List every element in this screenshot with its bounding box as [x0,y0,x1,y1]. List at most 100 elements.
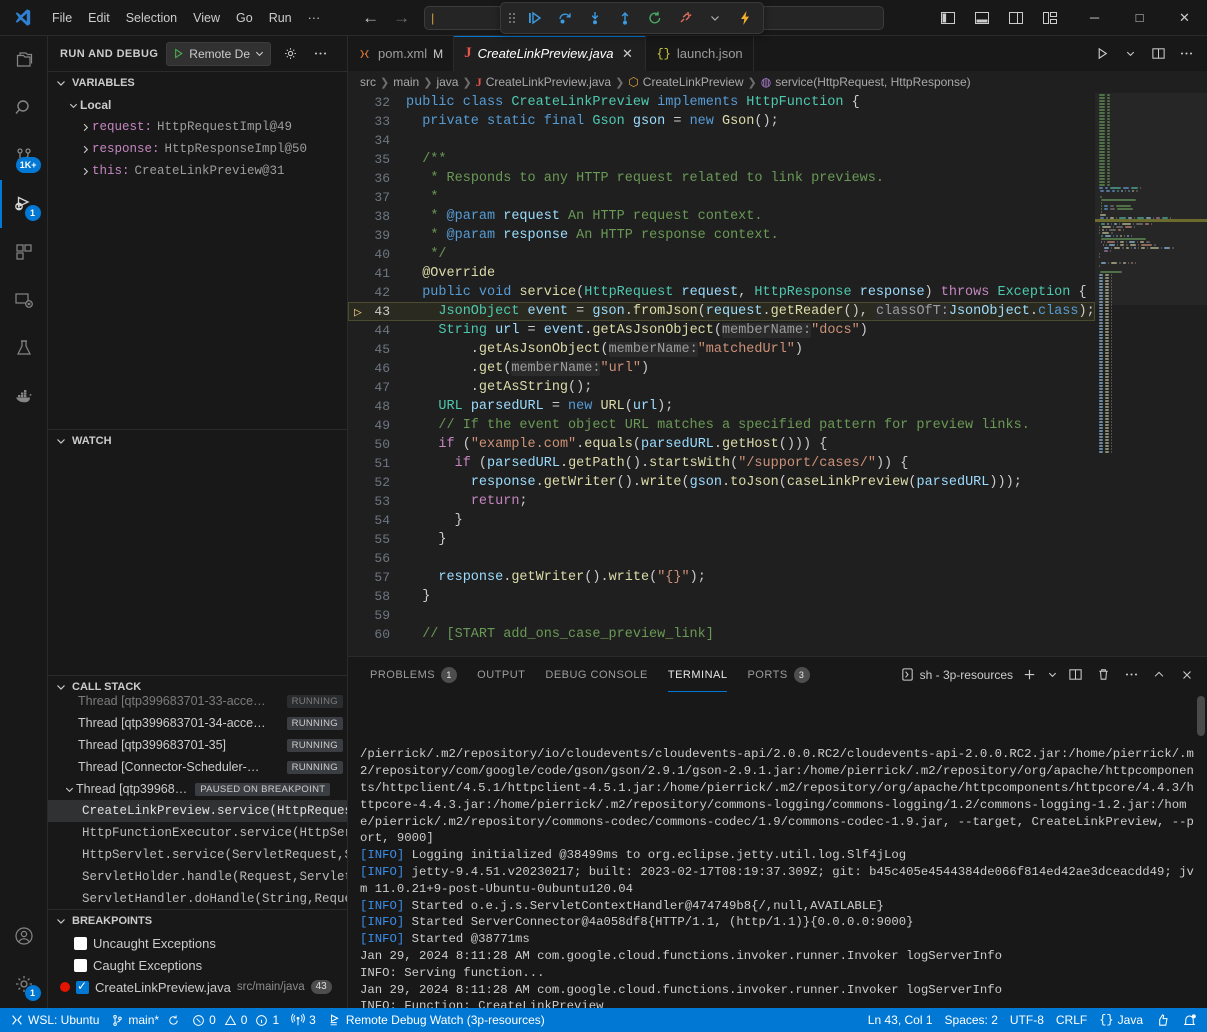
callstack-frame[interactable]: ServletHandler.doHandle(String,Reque [48,888,347,909]
activity-remote-explorer[interactable] [0,276,48,324]
go-forward-icon[interactable]: → [393,9,410,26]
toggle-panel-icon[interactable] [966,3,998,33]
checkbox[interactable] [74,937,87,950]
code-line[interactable]: 57 response.getWriter().write("{}"); [348,568,1095,587]
callstack-thread[interactable]: Thread [qtp399683701-34-acce… RUNNING [48,712,347,734]
continue-button[interactable] [521,5,549,31]
breadcrumb-item[interactable]: java [436,75,458,89]
editor-scrollbar[interactable] [1197,93,1207,656]
tab-pom-xml[interactable]: pom.xml M [348,36,454,71]
code-line[interactable]: 39 * @param response An HTTP response co… [348,226,1095,245]
terminal-output[interactable]: /pierrick/.m2/repository/io/cloudevents/… [348,692,1207,1008]
tab-close-icon[interactable]: ✕ [619,46,635,62]
toggle-secondary-sidebar-icon[interactable] [1000,3,1032,33]
callstack-frame[interactable]: CreateLinkPreview.service(HttpReques [48,800,347,822]
status-cursor-position[interactable]: Ln 43, Col 1 [862,1009,939,1031]
code-line[interactable]: 56 [348,549,1095,568]
code-editor[interactable]: 32public class CreateLinkPreview impleme… [348,93,1207,656]
customize-layout-icon[interactable] [1034,3,1066,33]
code-line[interactable]: 44 String url = event.getAsJsonObject(me… [348,321,1095,340]
callstack-frame[interactable]: ServletHolder.handle(Request,Servlet [48,866,347,888]
status-debug-session[interactable]: Remote Debug Watch (3p-resources) [322,1009,551,1031]
breakpoint-arrow-icon[interactable]: ▷ [354,305,362,320]
variable-row-request[interactable]: request: HttpRequestImpl@49 [48,116,347,138]
code-line[interactable]: 51 if (parsedURL.getPath().startsWith("/… [348,454,1095,473]
code-line[interactable]: 36 * Responds to any HTTP request relate… [348,169,1095,188]
status-remote[interactable]: WSL: Ubuntu [4,1009,105,1031]
variables-scope-local[interactable]: Local [48,94,347,116]
step-over-button[interactable] [551,5,579,31]
code-line[interactable]: 35 /** [348,150,1095,169]
breakpoint-caught-exceptions[interactable]: Caught Exceptions [48,954,347,976]
code-line[interactable]: 58 } [348,587,1095,606]
code-line[interactable]: 40 */ [348,245,1095,264]
panel-more-actions-icon[interactable] [1119,663,1143,687]
activity-extensions[interactable] [0,228,48,276]
menu-edit[interactable]: Edit [80,7,118,29]
breadcrumb-item[interactable]: src [360,75,376,89]
minimap-slider[interactable] [1095,93,1207,305]
lightning-button[interactable] [731,5,759,31]
variables-header[interactable]: VARIABLES [48,72,347,94]
status-notifications-button[interactable] [1176,1009,1203,1031]
editor-more-actions-icon[interactable] [1173,41,1199,67]
code-line[interactable]: 47 .getAsString(); [348,378,1095,397]
breakpoints-header[interactable]: BREAKPOINTS [48,910,347,932]
debug-config-select[interactable]: Remote De [166,42,271,66]
run-options-chevron-icon[interactable] [1117,41,1143,67]
tab-createlinkpreview-java[interactable]: J CreateLinkPreview.java ✕ [454,36,646,71]
sidebar-more-actions-icon[interactable] [309,43,331,65]
code-line[interactable]: 42 public void service(HttpRequest reque… [348,283,1095,302]
activity-settings[interactable]: 1 [0,960,48,1008]
code-line[interactable]: 48 URL parsedURL = new URL(url); [348,397,1095,416]
code-line[interactable]: 34 [348,131,1095,150]
status-problems[interactable]: 0 0 1 [186,1009,285,1031]
checkbox[interactable] [74,959,87,972]
breadcrumb-item[interactable]: CreateLinkPreview.java [486,75,611,89]
new-terminal-button[interactable] [1017,663,1041,687]
window-maximize-button[interactable]: □ [1117,0,1162,36]
code-line[interactable]: 59 [348,606,1095,625]
activity-accounts[interactable] [0,912,48,960]
code-line[interactable]: 54 } [348,511,1095,530]
menu-go[interactable]: Go [228,7,261,29]
activity-testing[interactable] [0,324,48,372]
code-line[interactable]: 60 // [START add_ons_case_preview_link] [348,625,1095,644]
checkbox[interactable] [76,981,89,994]
status-branch[interactable]: main* [105,1009,186,1031]
activity-search[interactable] [0,84,48,132]
callstack-thread[interactable]: Thread [qtp399683701-33-acce… RUNNING [48,690,347,712]
status-eol[interactable]: CRLF [1050,1009,1093,1031]
watch-header[interactable]: WATCH [48,430,347,452]
terminal-dropdown-icon[interactable] [1045,663,1059,687]
code-line-current[interactable]: 43▷ JsonObject event = gson.fromJson(req… [348,302,1095,321]
breadcrumb-item[interactable]: main [393,75,419,89]
code-line[interactable]: 41 @Override [348,264,1095,283]
step-out-button[interactable] [611,5,639,31]
status-ports[interactable]: 3 [285,1009,322,1031]
code-line[interactable]: 38 * @param request An HTTP request cont… [348,207,1095,226]
minimap[interactable] [1095,93,1207,656]
run-file-button[interactable] [1089,41,1115,67]
status-language-mode[interactable]: {} Java [1093,1009,1149,1031]
close-panel-button[interactable] [1175,663,1199,687]
callstack-frame[interactable]: HttpServlet.service(ServletRequest,S [48,844,347,866]
chevron-down-icon[interactable] [701,5,729,31]
go-back-icon[interactable]: ← [362,9,379,26]
toggle-primary-sidebar-icon[interactable] [932,3,964,33]
callstack-frame[interactable]: HttpFunctionExecutor.service(HttpSer [48,822,347,844]
menu-run[interactable]: Run [261,7,300,29]
step-into-button[interactable] [581,5,609,31]
menu-view[interactable]: View [185,7,228,29]
tab-debug-console[interactable]: DEBUG CONSOLE [535,657,657,692]
debug-settings-gear-icon[interactable] [279,43,301,65]
maximize-panel-button[interactable] [1147,663,1171,687]
menu-file[interactable]: File [44,7,80,29]
activity-docker[interactable] [0,372,48,420]
breadcrumb-item[interactable]: service(HttpRequest, HttpResponse) [775,75,970,89]
code-line[interactable]: 53 return; [348,492,1095,511]
variable-row-response[interactable]: response: HttpResponseImpl@50 [48,138,347,160]
tab-ports[interactable]: PORTS 3 [737,657,819,692]
window-close-button[interactable]: ✕ [1162,0,1207,36]
terminal-scrollbar[interactable] [1197,696,1205,736]
